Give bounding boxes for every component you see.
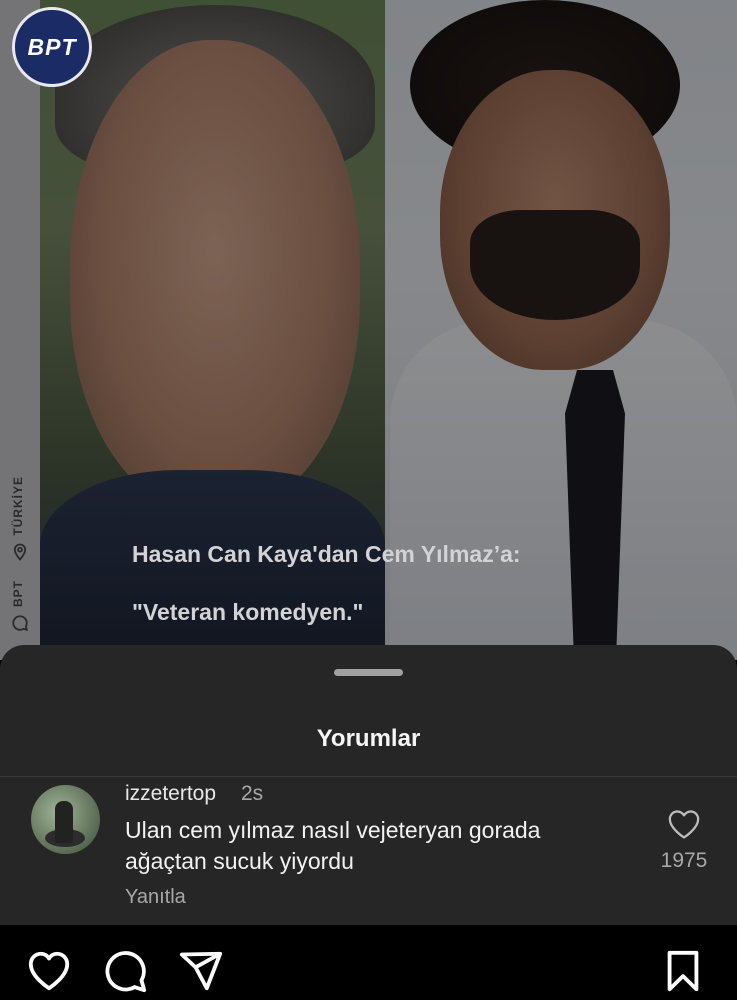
post-image[interactable]: BPT TÜRKİYE BPT Hasan Can Kaya'dan Cem Y…: [0, 0, 737, 660]
chat-bubble-icon: [12, 615, 29, 632]
caption-line-2: "Veteran komedyen.": [132, 599, 364, 625]
divider: [0, 776, 737, 777]
avatar[interactable]: [31, 785, 100, 854]
reply-button[interactable]: Yanıtla: [125, 886, 186, 909]
comment-username[interactable]: izzetertop: [125, 782, 216, 806]
bpt-logo: BPT: [12, 7, 92, 87]
side-label-bpt: BPT: [11, 580, 25, 607]
avatar-figure: [55, 801, 73, 843]
side-label-turkiye: TÜRKİYE: [11, 476, 25, 536]
heart-icon[interactable]: [26, 948, 72, 994]
share-icon[interactable]: [178, 948, 224, 994]
caption-line-1: Hasan Can Kaya'dan Cem Yılmaz’a:: [132, 541, 521, 567]
comment-time: 2s: [241, 782, 264, 805]
heart-icon[interactable]: [667, 808, 701, 840]
comments-sheet: Yorumlar izzetertop 2s Ulan cem yılmaz n…: [0, 645, 737, 925]
comment-icon[interactable]: [102, 948, 148, 994]
bookmark-icon[interactable]: [660, 948, 706, 994]
sheet-drag-handle[interactable]: [334, 669, 403, 676]
like-count: 1975: [660, 849, 708, 872]
location-pin-icon: [13, 543, 27, 561]
comment-text: Ulan cem yılmaz nasıl vejeteryan gorada …: [125, 817, 541, 874]
sheet-title: Yorumlar: [316, 725, 421, 752]
bottom-action-bar: [0, 925, 737, 1000]
